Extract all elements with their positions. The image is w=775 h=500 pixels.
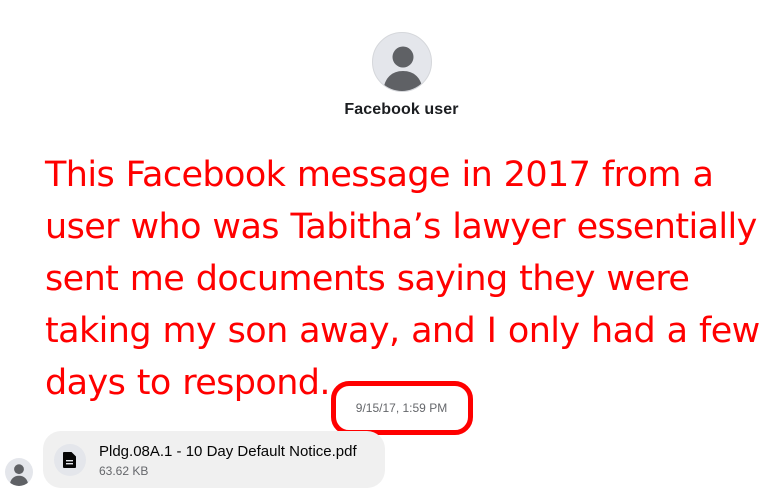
profile-avatar[interactable]: [372, 32, 432, 92]
user-silhouette-icon: [9, 464, 29, 486]
profile-name[interactable]: Facebook user: [0, 101, 775, 119]
file-name[interactable]: Pldg.08A.1 - 10 Day Default Notice.pdf: [99, 443, 357, 460]
annotation-text: This Facebook message in 2017 from a use…: [45, 155, 760, 403]
sender-avatar[interactable]: [5, 458, 33, 486]
file-icon-container: [54, 444, 86, 476]
file-size: 63.62 KB: [99, 464, 149, 478]
document-icon: [63, 452, 76, 468]
file-attachment-bubble[interactable]: Pldg.08A.1 - 10 Day Default Notice.pdf 6…: [43, 431, 385, 488]
timestamp-highlight-circle: [331, 381, 473, 435]
user-silhouette-icon: [383, 46, 423, 91]
